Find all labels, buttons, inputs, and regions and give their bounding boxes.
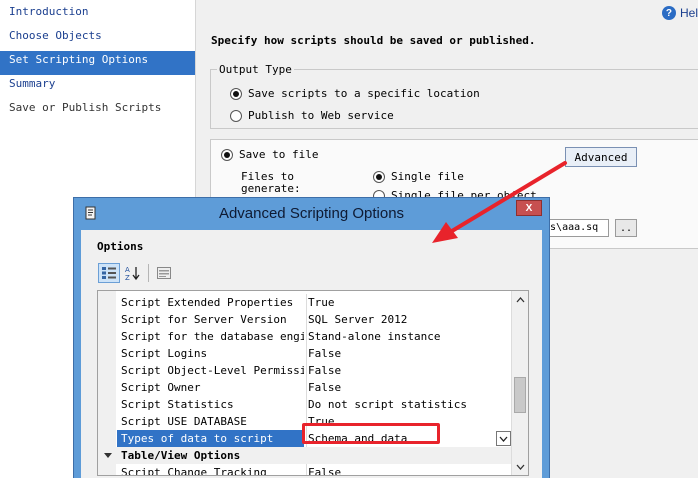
annotation-arrow-icon (432, 161, 567, 243)
